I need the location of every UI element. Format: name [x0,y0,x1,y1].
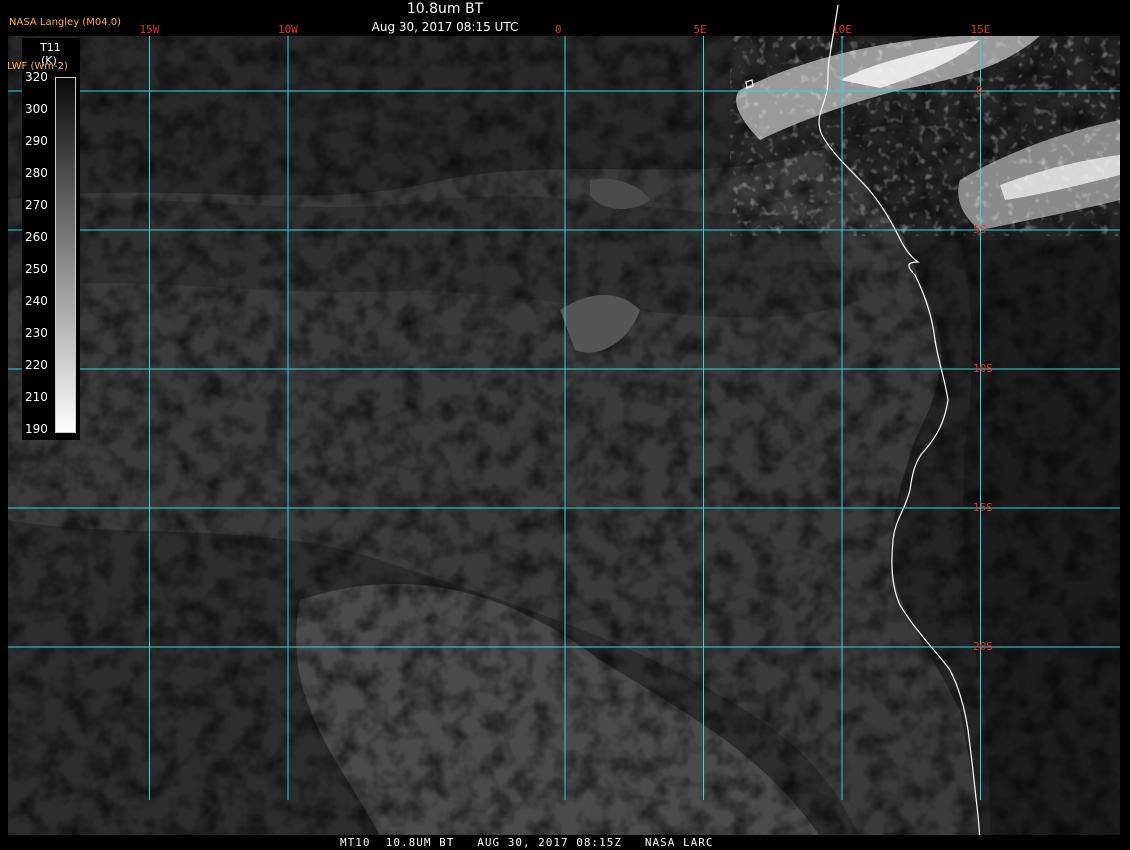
image-title: 10.8um BT [406,1,484,17]
colorbar-tick: 230 [25,326,48,340]
latitude-label-20s: 20S [973,640,993,653]
colorbar-tick: 290 [25,134,48,148]
longitude-label-15e: 15E [970,23,991,36]
colorbar-scale [55,77,76,433]
latitude-label-10s: 10S [973,362,993,375]
latitude-label-0: 0 [976,84,983,97]
longitude-label-10e: 10E [832,23,852,36]
longitude-label-15w: 15W [139,23,160,36]
colorbar-tick: 300 [25,102,48,116]
colorbar-tick: 280 [25,166,48,180]
colorbar-tick: 260 [25,230,48,244]
provider-label: NASA Langley (M04.0) [9,17,121,28]
alt-product-label: LWF (Wm-2) [7,61,68,72]
longitude-label-0: 0 [555,23,562,36]
colorbar-tick: 270 [25,198,48,212]
longitude-label-5e: 5E [693,23,707,36]
colorbar-legend: T11 (K) 320 300 290 280 270 260 250 240 230 220 21… [22,38,80,440]
colorbar-tick: 220 [25,358,48,372]
latitude-label-5s: 5S [973,223,987,236]
footer-caption: MT10 10.8UM BT AUG 30, 2017 08:15Z NASA … [340,836,714,849]
colorbar-tick: 210 [25,390,48,404]
colorbar-title: T11 [40,41,61,54]
image-timestamp: Aug 30, 2017 08:15 UTC [371,20,519,34]
satellite-image [8,4,1120,850]
colorbar-tick: 190 [25,422,48,436]
latitude-label-15s: 15S [973,501,993,514]
longitude-label-10w: 10W [278,23,298,36]
colorbar-tick: 320 [25,70,48,84]
footer-bar: MT10 10.8UM BT AUG 30, 2017 08:15Z NASA … [0,835,1130,850]
colorbar-tick: 250 [25,262,48,276]
colorbar-tick: 240 [25,294,48,308]
